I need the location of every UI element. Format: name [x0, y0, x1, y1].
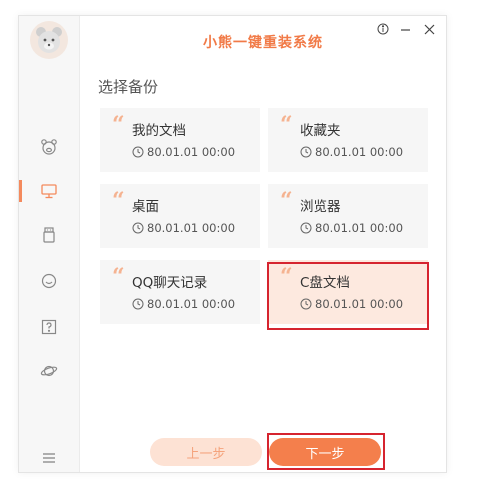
- prev-step-button[interactable]: 上一步: [150, 438, 262, 466]
- planet-icon[interactable]: [40, 362, 58, 380]
- card-name: QQ聊天记录: [132, 275, 208, 291]
- active-indicator: [19, 180, 22, 202]
- quote-icon: “: [112, 188, 125, 214]
- title-bar: 小熊一键重装系统: [80, 16, 446, 71]
- card-name: 桌面: [132, 199, 159, 215]
- backup-card-browser[interactable]: “ 浏览器 80.01.01 00:00: [268, 184, 428, 248]
- backup-card-favorites[interactable]: “ 收藏夹 80.01.01 00:00: [268, 108, 428, 172]
- card-date: 80.01.01 00:00: [147, 221, 236, 235]
- clock-icon: [300, 222, 312, 234]
- app-title: 小熊一键重装系统: [203, 35, 323, 51]
- card-date: 80.01.01 00:00: [147, 145, 236, 159]
- card-name: 我的文档: [132, 123, 186, 139]
- selection-highlight: [267, 262, 429, 330]
- clock-icon: [300, 146, 312, 158]
- bear-logo: [30, 21, 68, 59]
- quote-icon: “: [280, 188, 293, 214]
- next-button-highlight: [267, 433, 385, 470]
- sidebar: [19, 16, 80, 472]
- card-date: 80.01.01 00:00: [315, 145, 404, 159]
- quote-icon: “: [280, 112, 293, 138]
- backup-card-desktop[interactable]: “ 桌面 80.01.01 00:00: [100, 184, 260, 248]
- app-window: 小熊一键重装系统 选择备份 “ 我的文档 80.01.01 00:00 “ 收藏…: [18, 15, 447, 473]
- quote-icon: “: [112, 112, 125, 138]
- quote-icon: “: [112, 264, 125, 290]
- clock-icon: [132, 146, 144, 158]
- info-icon[interactable]: [376, 22, 390, 36]
- close-icon[interactable]: [422, 22, 436, 36]
- card-name: 收藏夹: [300, 123, 341, 139]
- help-icon[interactable]: [40, 318, 58, 336]
- menu-icon[interactable]: [40, 449, 58, 467]
- section-title: 选择备份: [98, 78, 159, 96]
- card-name: 浏览器: [300, 199, 341, 215]
- monitor-icon[interactable]: [40, 182, 58, 200]
- minimize-icon[interactable]: [398, 22, 412, 36]
- card-date: 80.01.01 00:00: [147, 297, 236, 311]
- card-date: 80.01.01 00:00: [315, 221, 404, 235]
- backup-card-qq-chat[interactable]: “ QQ聊天记录 80.01.01 00:00: [100, 260, 260, 324]
- clock-icon: [132, 222, 144, 234]
- backup-card-documents[interactable]: “ 我的文档 80.01.01 00:00: [100, 108, 260, 172]
- usb-drive-icon[interactable]: [40, 226, 58, 244]
- chat-bubble-icon[interactable]: [40, 272, 58, 290]
- clock-icon: [132, 298, 144, 310]
- bear-icon[interactable]: [40, 138, 58, 156]
